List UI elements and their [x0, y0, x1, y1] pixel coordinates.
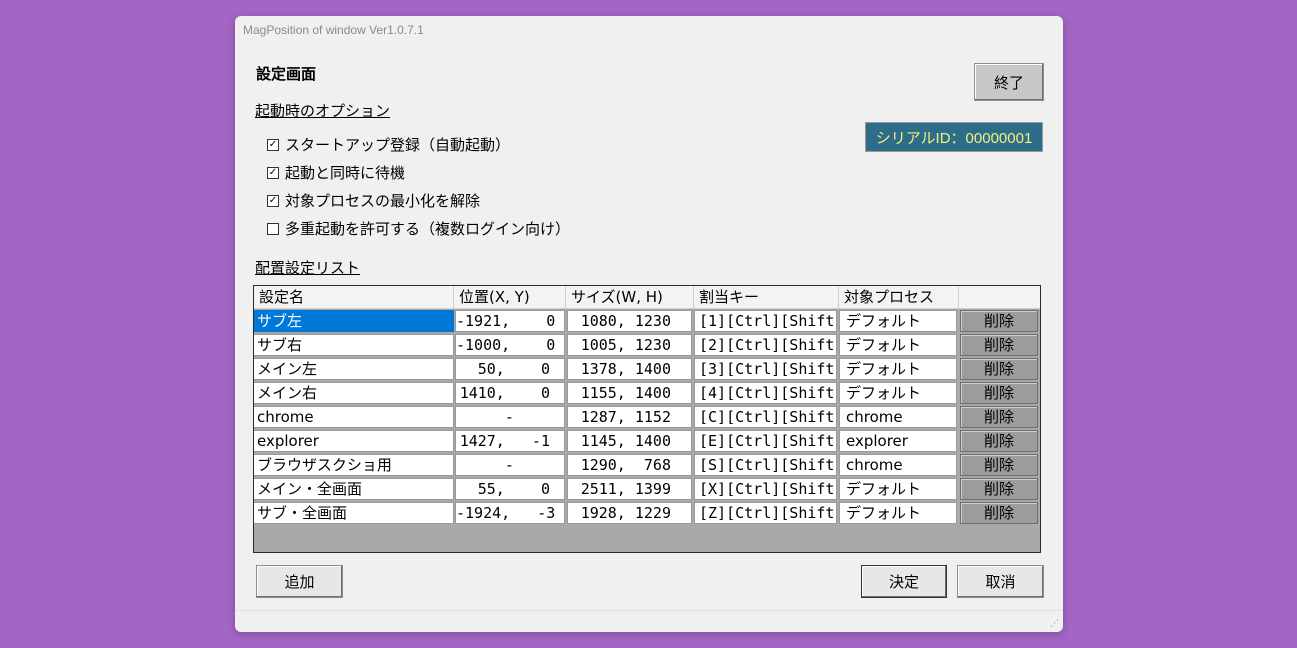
cell-process[interactable]: デフォルト — [839, 502, 957, 524]
cell-position[interactable]: -1921, 0 — [455, 310, 565, 332]
checkbox-startup-register[interactable]: ✓ — [267, 138, 279, 151]
ok-button[interactable]: 決定 — [861, 565, 947, 598]
cell-hotkey[interactable]: [2][Ctrl][Shift] — [694, 334, 837, 356]
cell-name[interactable]: ブラウザスクショ用 — [254, 454, 454, 476]
cancel-button[interactable]: 取消 — [957, 565, 1044, 598]
delete-button[interactable]: 削除 — [960, 310, 1038, 332]
cell-position[interactable]: 50, 0 — [455, 358, 565, 380]
cell-name[interactable]: メイン左 — [254, 358, 454, 380]
option-startup-register[interactable]: ✓ スタートアップ登録（自動起動） — [267, 134, 510, 155]
cell-name[interactable]: chrome — [254, 406, 454, 428]
cell-hotkey[interactable]: [C][Ctrl][Shift] — [694, 406, 837, 428]
serial-id-display: シリアルID：00000001 — [865, 122, 1043, 152]
column-header-name[interactable]: 設定名 — [254, 286, 454, 308]
column-header-process[interactable]: 対象プロセス — [839, 286, 959, 308]
option-label: 起動と同時に待機 — [285, 164, 406, 182]
table-row[interactable]: メイン左 50, 0 1378, 1400 [3][Ctrl][Shift] デフォルト… — [254, 357, 1040, 381]
cell-process[interactable]: デフォルト — [839, 358, 957, 380]
status-bar-divider — [235, 610, 1063, 611]
cell-hotkey[interactable]: [X][Ctrl][Shift] — [694, 478, 837, 500]
placement-table: 設定名 位置(X, Y) サイズ(W, H) 割当キー 対象プロセス サブ左 -1… — [253, 285, 1041, 553]
table-row[interactable]: サブ左 -1921, 0 1080, 1230 [1][Ctrl][Shift] デフォ… — [254, 309, 1040, 333]
exit-button[interactable]: 終了 — [974, 63, 1044, 101]
cell-name[interactable]: メイン右 — [254, 382, 454, 404]
column-header-hotkey[interactable]: 割当キー — [694, 286, 839, 308]
delete-button[interactable]: 削除 — [960, 502, 1038, 524]
cell-name[interactable]: サブ左 — [254, 310, 454, 332]
cell-size[interactable]: 1290, 768 — [567, 454, 692, 476]
checkbox-allow-multiple[interactable] — [267, 222, 279, 235]
resize-grip-icon[interactable]: ⋰ — [1050, 619, 1059, 629]
placement-list-heading: 配置設定リスト — [255, 259, 361, 277]
cell-position[interactable]: - — [455, 454, 565, 476]
cell-hotkey[interactable]: [1][Ctrl][Shift] — [694, 310, 837, 332]
option-standby-on-start[interactable]: ✓ 起動と同時に待機 — [267, 162, 405, 183]
column-header-delete — [959, 286, 1040, 308]
delete-button[interactable]: 削除 — [960, 382, 1038, 404]
cell-process[interactable]: chrome — [839, 454, 957, 476]
delete-button[interactable]: 削除 — [960, 334, 1038, 356]
column-header-size[interactable]: サイズ(W, H) — [566, 286, 694, 308]
cell-position[interactable]: -1924, -3 — [455, 502, 565, 524]
settings-window: MagPosition of window Ver1.0.7.1 設定画面 終了… — [235, 16, 1063, 632]
delete-button[interactable]: 削除 — [960, 358, 1038, 380]
option-restore-minimized[interactable]: ✓ 対象プロセスの最小化を解除 — [267, 190, 480, 211]
cell-process[interactable]: デフォルト — [839, 478, 957, 500]
cell-hotkey[interactable]: [E][Ctrl][Shift] — [694, 430, 837, 452]
option-label: スタートアップ登録（自動起動） — [285, 136, 511, 154]
screen-title: 設定画面 — [256, 65, 317, 83]
cell-size[interactable]: 1005, 1230 — [567, 334, 692, 356]
delete-button[interactable]: 削除 — [960, 478, 1038, 500]
table-row[interactable]: explorer 1427, -1 1145, 1400 [E][Ctrl][Shif… — [254, 429, 1040, 453]
table-row[interactable]: メイン・全画面 55, 0 2511, 1399 [X][Ctrl][Shift] デフ… — [254, 477, 1040, 501]
cell-hotkey[interactable]: [S][Ctrl][Shift] — [694, 454, 837, 476]
delete-button[interactable]: 削除 — [960, 406, 1038, 428]
cell-size[interactable]: 1145, 1400 — [567, 430, 692, 452]
cell-process[interactable]: chrome — [839, 406, 957, 428]
delete-button[interactable]: 削除 — [960, 430, 1038, 452]
cell-position[interactable]: 1427, -1 — [455, 430, 565, 452]
startup-options-heading: 起動時のオプション — [255, 102, 391, 120]
table-header: 設定名 位置(X, Y) サイズ(W, H) 割当キー 対象プロセス — [254, 286, 1040, 309]
table-row[interactable]: サブ右 -1000, 0 1005, 1230 [2][Ctrl][Shift] デフォ… — [254, 333, 1040, 357]
cell-process[interactable]: デフォルト — [839, 382, 957, 404]
delete-button[interactable]: 削除 — [960, 454, 1038, 476]
table-row[interactable]: サブ・全画面 -1924, -3 1928, 1229 [Z][Ctrl][Shift… — [254, 501, 1040, 525]
cell-size[interactable]: 2511, 1399 — [567, 478, 692, 500]
table-row[interactable]: メイン右 1410, 0 1155, 1400 [4][Ctrl][Shift] デフォ… — [254, 381, 1040, 405]
table-row[interactable]: ブラウザスクショ用 - 1290, 768 [S][Ctrl][Shift] chro… — [254, 453, 1040, 477]
table-row[interactable]: chrome - 1287, 1152 [C][Ctrl][Shift] chrome… — [254, 405, 1040, 429]
cell-name[interactable]: explorer — [254, 430, 454, 452]
cell-size[interactable]: 1155, 1400 — [567, 382, 692, 404]
cell-hotkey[interactable]: [4][Ctrl][Shift] — [694, 382, 837, 404]
cell-size[interactable]: 1080, 1230 — [567, 310, 692, 332]
cell-position[interactable]: - — [455, 406, 565, 428]
checkbox-standby-on-start[interactable]: ✓ — [267, 166, 279, 179]
option-label: 多重起動を許可する（複数ログイン向け） — [285, 220, 571, 238]
cell-process[interactable]: explorer — [839, 430, 957, 452]
cell-name[interactable]: メイン・全画面 — [254, 478, 454, 500]
cell-name[interactable]: サブ右 — [254, 334, 454, 356]
cell-position[interactable]: -1000, 0 — [455, 334, 565, 356]
cell-position[interactable]: 55, 0 — [455, 478, 565, 500]
cell-name[interactable]: サブ・全画面 — [254, 502, 454, 524]
option-label: 対象プロセスの最小化を解除 — [285, 192, 481, 210]
cell-size[interactable]: 1928, 1229 — [567, 502, 692, 524]
cell-position[interactable]: 1410, 0 — [455, 382, 565, 404]
cell-process[interactable]: デフォルト — [839, 310, 957, 332]
cell-size[interactable]: 1287, 1152 — [567, 406, 692, 428]
cell-process[interactable]: デフォルト — [839, 334, 957, 356]
column-header-position[interactable]: 位置(X, Y) — [454, 286, 566, 308]
window-title: MagPosition of window Ver1.0.7.1 — [243, 23, 424, 37]
cell-size[interactable]: 1378, 1400 — [567, 358, 692, 380]
add-button[interactable]: 追加 — [256, 565, 343, 598]
option-allow-multiple[interactable]: 多重起動を許可する（複数ログイン向け） — [267, 218, 570, 239]
cell-hotkey[interactable]: [3][Ctrl][Shift] — [694, 358, 837, 380]
checkbox-restore-minimized[interactable]: ✓ — [267, 194, 279, 207]
cell-hotkey[interactable]: [Z][Ctrl][Shift] — [694, 502, 837, 524]
